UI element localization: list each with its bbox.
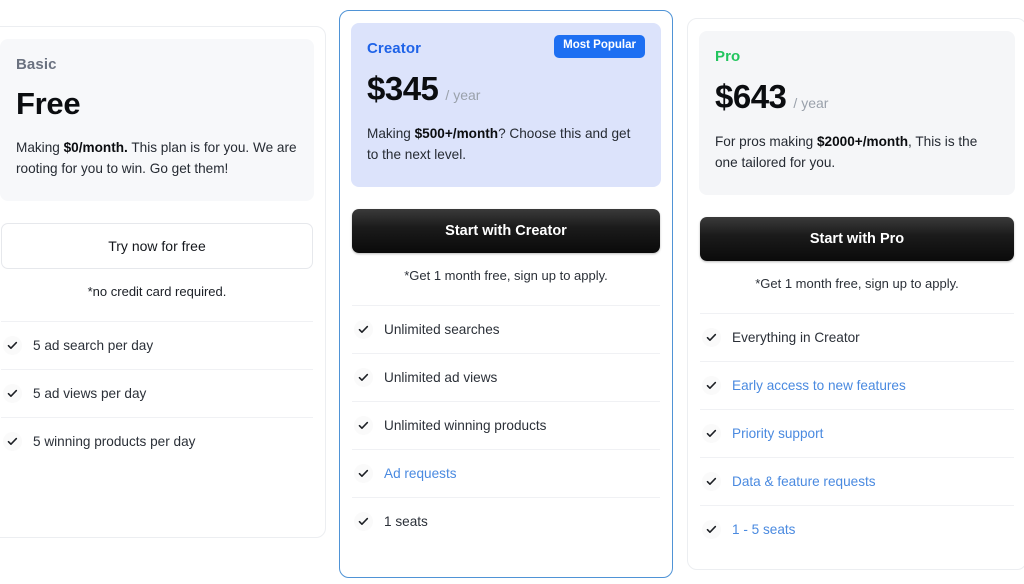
check-icon <box>354 511 373 531</box>
plan-price-pro: $643 <box>715 78 787 115</box>
pricing-page: Basic Free Making $0/month. This plan is… <box>0 0 1024 584</box>
blurb-text: Making <box>16 139 64 155</box>
blurb-emphasis: $2000+/month <box>817 133 909 149</box>
check-icon <box>354 319 373 339</box>
start-with-creator-button[interactable]: Start with Creator <box>352 208 660 253</box>
feature-row: Unlimited winning products <box>352 400 660 449</box>
plan-header-creator: Creator Most Popular $345 / year Making … <box>351 23 661 187</box>
plan-blurb-creator: Making $500+/month? Choose this and get … <box>367 123 645 165</box>
pricing-card-basic: Basic Free Making $0/month. This plan is… <box>0 26 326 538</box>
feature-row: 1 seats <box>352 496 660 545</box>
check-icon <box>702 375 721 395</box>
check-icon <box>702 471 721 491</box>
cta-note-basic: *no credit card required. <box>87 283 227 299</box>
plan-period-pro: / year <box>793 95 829 111</box>
blurb-text: Making <box>367 125 415 141</box>
try-now-for-free-button[interactable]: Try now for free <box>1 222 313 269</box>
cta-note-creator: *Get 1 month free, sign up to apply. <box>404 267 608 283</box>
feature-label: 1 seats <box>384 513 428 529</box>
feature-row: 5 ad search per day <box>1 320 313 369</box>
feature-row: 5 ad views per day <box>1 368 313 417</box>
most-popular-badge: Most Popular <box>554 35 645 58</box>
feature-row: Ad requests <box>352 448 660 497</box>
check-icon <box>354 415 373 435</box>
price-row-pro: $643 / year <box>715 78 999 115</box>
plan-price-basic: Free <box>16 86 81 121</box>
feature-row: 1 - 5 seats <box>700 504 1014 553</box>
plan-blurb-basic: Making $0/month. This plan is for you. W… <box>16 137 298 179</box>
feature-label: Unlimited searches <box>384 321 500 337</box>
cta-wrap-basic: Try now for free *no credit card require… <box>0 201 325 299</box>
check-icon <box>3 335 22 355</box>
feature-link[interactable]: Priority support <box>732 426 823 441</box>
check-icon <box>354 367 373 387</box>
check-icon <box>702 327 721 347</box>
price-row-creator: $345 / year <box>367 70 645 107</box>
feature-link[interactable]: 1 - 5 seats <box>732 522 795 537</box>
feature-row: Priority support <box>700 408 1014 457</box>
blurb-emphasis: $500+/month <box>414 125 499 141</box>
feature-label: Everything in Creator <box>732 329 860 345</box>
feature-row: 5 winning products per day <box>1 416 313 465</box>
plan-name-basic: Basic <box>16 56 57 73</box>
blurb-emphasis: $0/month. <box>63 139 128 155</box>
feature-list-basic: 5 ad search per day 5 ad views per day 5 w… <box>1 320 313 465</box>
start-with-pro-button[interactable]: Start with Pro <box>700 216 1014 261</box>
check-icon <box>702 519 721 539</box>
feature-list-creator: Unlimited searches Unlimited ad views Unli… <box>352 304 660 545</box>
cta-wrap-creator: Start with Creator *Get 1 month free, si… <box>340 187 672 283</box>
cta-wrap-pro: Start with Pro *Get 1 month free, sign u… <box>688 195 1024 291</box>
feature-row: Data & feature requests <box>700 456 1014 505</box>
plan-header-pro: Pro $643 / year For pros making $2000+/m… <box>699 31 1015 195</box>
plan-header-basic: Basic Free Making $0/month. This plan is… <box>0 39 314 201</box>
pricing-card-pro: Pro $643 / year For pros making $2000+/m… <box>687 18 1024 570</box>
feature-row: Everything in Creator <box>700 312 1014 361</box>
feature-list-pro: Everything in Creator Early access to new… <box>700 312 1014 553</box>
feature-label: Unlimited winning products <box>384 417 547 433</box>
feature-link[interactable]: Early access to new features <box>732 378 906 393</box>
plan-price-creator: $345 <box>367 70 439 107</box>
feature-row: Unlimited ad views <box>352 352 660 401</box>
plan-period-creator: / year <box>445 87 481 103</box>
feature-row: Early access to new features <box>700 360 1014 409</box>
feature-label: Unlimited ad views <box>384 369 498 385</box>
pricing-card-creator: Creator Most Popular $345 / year Making … <box>339 10 673 578</box>
feature-row: Unlimited searches <box>352 304 660 353</box>
check-icon <box>354 463 373 483</box>
check-icon <box>702 423 721 443</box>
blurb-text: For pros making <box>715 133 817 149</box>
feature-label: 5 ad search per day <box>33 337 154 353</box>
plan-name-pro: Pro <box>715 48 741 65</box>
check-icon <box>3 383 22 403</box>
price-row-basic: Free <box>16 86 298 121</box>
check-icon <box>3 431 22 451</box>
cta-note-pro: *Get 1 month free, sign up to apply. <box>755 275 959 291</box>
feature-link[interactable]: Ad requests <box>384 466 457 481</box>
feature-link[interactable]: Data & feature requests <box>732 474 876 489</box>
plan-blurb-pro: For pros making $2000+/month, This is th… <box>715 131 999 173</box>
feature-label: 5 ad views per day <box>33 385 147 401</box>
feature-label: 5 winning products per day <box>33 433 196 449</box>
